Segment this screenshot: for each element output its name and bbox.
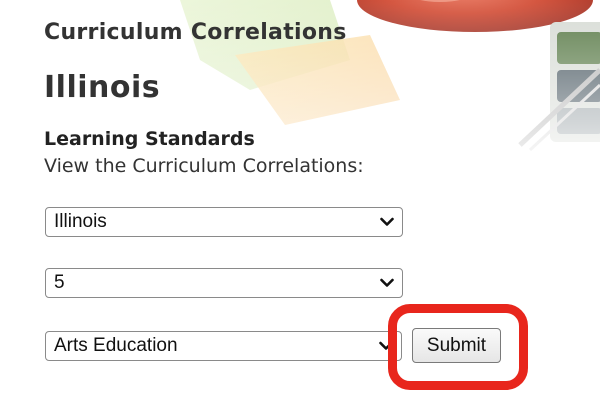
grade-select-value: 5 — [54, 272, 65, 293]
state-select[interactable]: Illinois — [45, 207, 403, 237]
standards-heading: Learning Standards — [44, 128, 255, 150]
subject-select[interactable]: Arts Education — [45, 331, 402, 361]
chevron-down-icon — [372, 208, 402, 236]
subject-select-value: Arts Education — [54, 335, 178, 356]
state-select-value: Illinois — [54, 211, 107, 232]
chevron-down-icon — [371, 332, 401, 360]
submit-button[interactable]: Submit — [412, 328, 501, 363]
instruction-text: View the Curriculum Correlations: — [44, 155, 364, 177]
grade-select[interactable]: 5 — [45, 268, 403, 298]
state-title: Illinois — [44, 70, 161, 105]
section-heading: Curriculum Correlations — [44, 20, 347, 45]
chevron-down-icon — [372, 269, 402, 297]
